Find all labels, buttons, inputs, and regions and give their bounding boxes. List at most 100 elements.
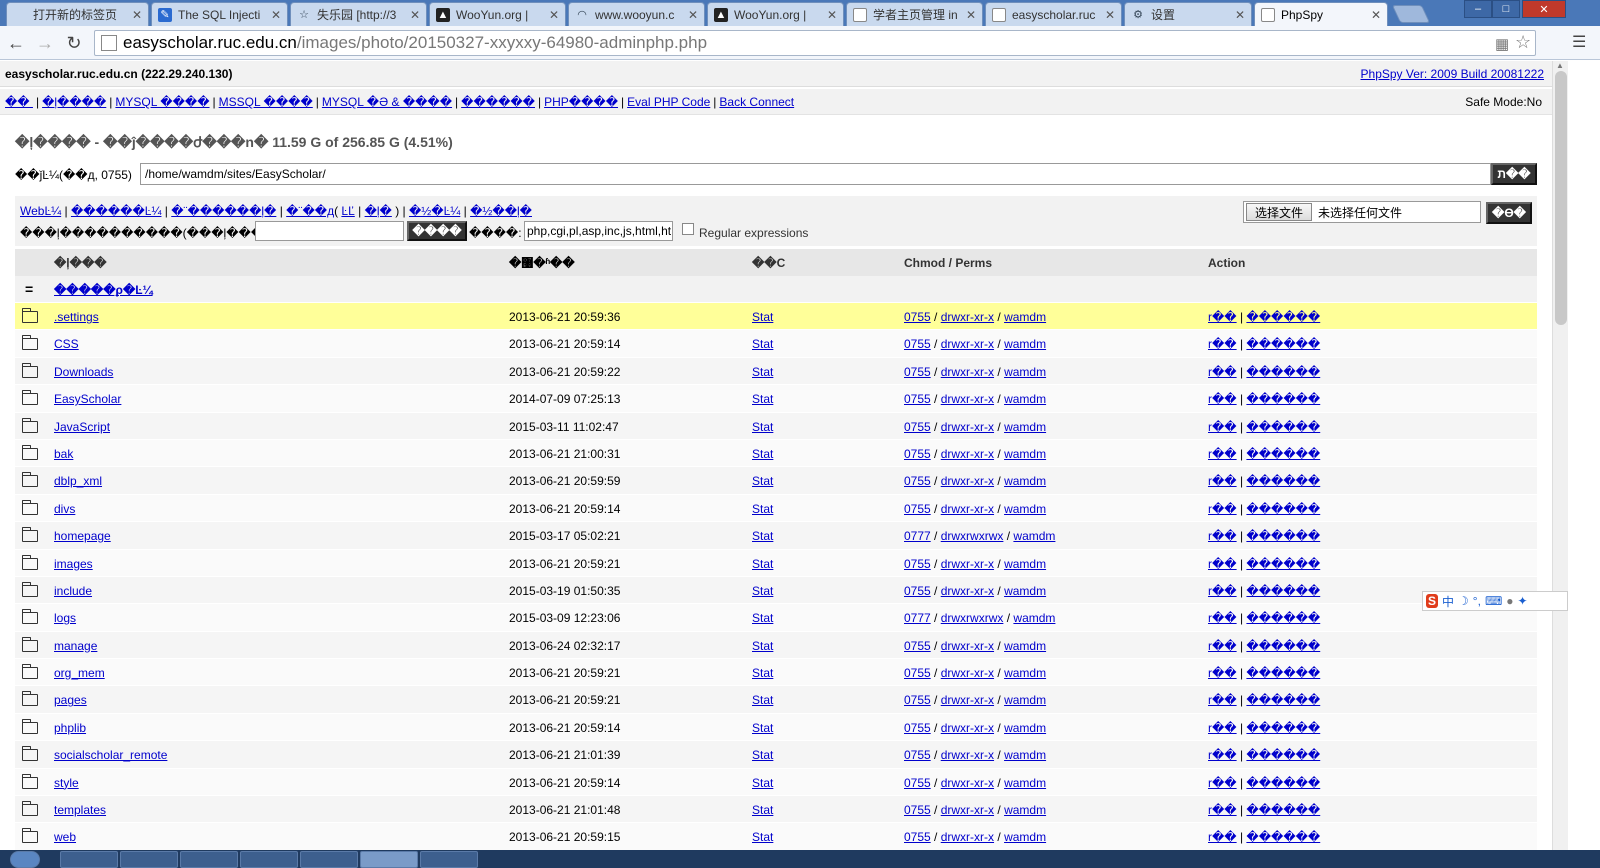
chmod-link[interactable]: 0755 (904, 502, 931, 516)
stat-link[interactable]: Stat (752, 639, 773, 653)
tool-link[interactable]: �½��ļ� (470, 204, 532, 218)
owner-link[interactable]: wamdm (1004, 447, 1046, 461)
delete-link[interactable]: ������ (1246, 721, 1320, 735)
regex-checkbox[interactable] (682, 223, 694, 235)
owner-link[interactable]: wamdm (1004, 584, 1046, 598)
delete-link[interactable]: ������ (1246, 666, 1320, 680)
delete-link[interactable]: ������ (1246, 639, 1320, 653)
tool-link[interactable]: �¨��д (286, 204, 334, 218)
chmod-link[interactable]: 0755 (904, 337, 931, 351)
tool-link[interactable]: �ļ� (365, 204, 392, 218)
delete-link[interactable]: ������ (1246, 529, 1320, 543)
perms-link[interactable]: drwxr-xr-x (941, 310, 994, 324)
rename-link[interactable]: r�� (1208, 557, 1237, 571)
moon-icon[interactable]: ☽ (1458, 594, 1469, 608)
stat-link[interactable]: Stat (752, 502, 773, 516)
dir-name-link[interactable]: manage (54, 639, 97, 653)
dir-name-link[interactable]: Downloads (54, 365, 113, 379)
stat-link[interactable]: Stat (752, 721, 773, 735)
perms-link[interactable]: drwxr-xr-x (941, 666, 994, 680)
stat-link[interactable]: Stat (752, 776, 773, 790)
browser-tab[interactable]: PhpSpy ✕ (1254, 2, 1388, 27)
forward-icon[interactable]: → (33, 32, 57, 54)
rename-link[interactable]: r�� (1208, 502, 1237, 516)
maximize-icon[interactable]: □ (1492, 0, 1520, 18)
perms-link[interactable]: drwxr-xr-x (941, 392, 994, 406)
tool-link[interactable]: �¨������ļ� (171, 204, 276, 218)
back-icon[interactable]: ← (4, 32, 28, 54)
close-tab-icon[interactable]: ✕ (1235, 8, 1245, 22)
user-icon[interactable]: ● (1506, 594, 1513, 608)
stat-link[interactable]: Stat (752, 803, 773, 817)
parent-dir-link[interactable]: �����ϼ�Ŀ¼ (54, 283, 153, 297)
delete-link[interactable]: ������ (1246, 502, 1320, 516)
owner-link[interactable]: wamdm (1013, 529, 1055, 543)
dir-name-link[interactable]: include (54, 584, 92, 598)
owner-link[interactable]: wamdm (1004, 721, 1046, 735)
chmod-link[interactable]: 0755 (904, 584, 931, 598)
chmod-link[interactable]: 0755 (904, 392, 931, 406)
perms-link[interactable]: drwxr-xr-x (941, 502, 994, 516)
close-tab-icon[interactable]: ✕ (132, 8, 142, 22)
ext-input[interactable]: php,cgi,pl,asp,inc,js,html,ht (524, 221, 673, 241)
new-tab-button[interactable] (1391, 5, 1431, 23)
owner-link[interactable]: wamdm (1004, 776, 1046, 790)
close-tab-icon[interactable]: ✕ (966, 8, 976, 22)
perms-link[interactable]: drwxr-xr-x (941, 776, 994, 790)
perms-link[interactable]: drwxr-xr-x (941, 721, 994, 735)
dir-name-link[interactable]: divs (54, 502, 75, 516)
dir-name-link[interactable]: dblp_xml (54, 474, 102, 488)
dir-name-link[interactable]: templates (54, 803, 106, 817)
owner-link[interactable]: wamdm (1004, 420, 1046, 434)
dir-name-link[interactable]: CSS (54, 337, 79, 351)
path-input[interactable] (140, 163, 1491, 185)
dir-name-link[interactable]: style (54, 776, 79, 790)
close-tab-icon[interactable]: ✕ (271, 8, 281, 22)
chmod-link[interactable]: 0755 (904, 639, 931, 653)
perms-link[interactable]: drwxr-xr-x (941, 557, 994, 571)
rename-link[interactable]: r�� (1208, 611, 1237, 625)
go-button[interactable]: ת�� (1491, 163, 1537, 185)
browser-tab[interactable]: 学者主页管理 in ✕ (846, 2, 983, 26)
delete-link[interactable]: ������ (1246, 693, 1320, 707)
delete-link[interactable]: ������ (1246, 310, 1320, 324)
rename-link[interactable]: r�� (1208, 310, 1237, 324)
dir-name-link[interactable]: phplib (54, 721, 86, 735)
perms-link[interactable]: drwxrwxrwx (941, 611, 1004, 625)
translate-icon[interactable]: ▦ (1495, 35, 1509, 53)
browser-tab[interactable]: ◠ www.wooyun.c ✕ (568, 2, 705, 26)
delete-link[interactable]: ������ (1246, 337, 1320, 351)
rename-link[interactable]: r�� (1208, 803, 1237, 817)
perms-link[interactable]: drwxr-xr-x (941, 447, 994, 461)
search-button[interactable]: ���� (407, 221, 467, 241)
owner-link[interactable]: wamdm (1004, 639, 1046, 653)
delete-link[interactable]: ������ (1246, 474, 1320, 488)
bookmark-star-icon[interactable]: ☆ (1515, 32, 1531, 53)
ime-mode[interactable]: 中 (1442, 593, 1454, 610)
nav-link[interactable]: MSSQL ���� (219, 95, 313, 109)
dir-name-link[interactable]: .settings (54, 310, 99, 324)
search-input[interactable] (255, 221, 404, 241)
dir-name-link[interactable]: org_mem (54, 666, 105, 680)
choose-file-button[interactable]: 选择文件 (1246, 203, 1313, 221)
nav-link[interactable]: �ļ���� (42, 95, 106, 109)
chmod-link[interactable]: 0755 (904, 310, 931, 324)
stat-link[interactable]: Stat (752, 557, 773, 571)
owner-link[interactable]: wamdm (1004, 803, 1046, 817)
ime-toolbar[interactable]: S 中 ☽ °, ⌨ ● ✦ (1422, 591, 1568, 611)
rename-link[interactable]: r�� (1208, 392, 1237, 406)
stat-link[interactable]: Stat (752, 447, 773, 461)
stat-link[interactable]: Stat (752, 365, 773, 379)
wrench-icon[interactable]: ✦ (1518, 594, 1528, 608)
perms-link[interactable]: drwxr-xr-x (941, 693, 994, 707)
perms-link[interactable]: drwxr-xr-x (941, 639, 994, 653)
dir-name-link[interactable]: web (54, 830, 76, 844)
taskbar-app[interactable] (420, 851, 478, 868)
stat-link[interactable]: Stat (752, 611, 773, 625)
chmod-link[interactable]: 0755 (904, 693, 931, 707)
delete-link[interactable]: ������ (1246, 365, 1320, 379)
stat-link[interactable]: Stat (752, 474, 773, 488)
perms-link[interactable]: drwxr-xr-x (941, 365, 994, 379)
browser-tab[interactable]: ▲ WooYun.org | ✕ (707, 2, 844, 26)
owner-link[interactable]: wamdm (1004, 365, 1046, 379)
